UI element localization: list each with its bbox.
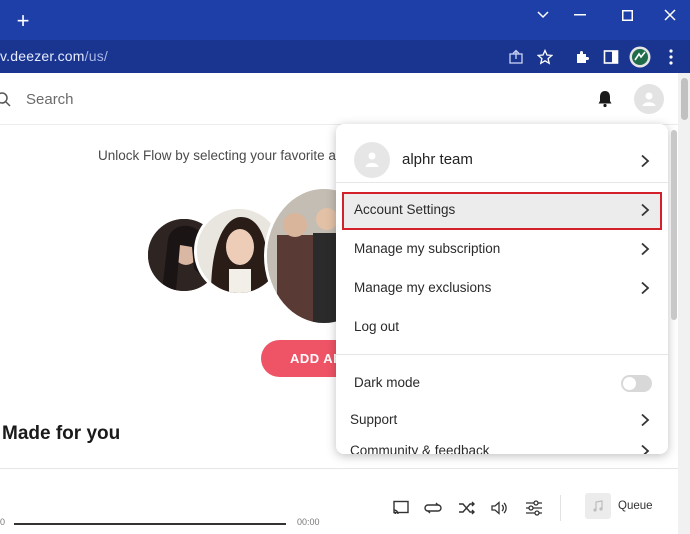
menu-avatar [354, 142, 390, 178]
page-scrollbar-thumb[interactable] [681, 78, 688, 120]
side-panel-icon[interactable] [600, 46, 622, 68]
search-icon [0, 92, 11, 107]
new-tab-button[interactable]: + [12, 10, 34, 32]
dark-mode-toggle[interactable] [621, 375, 652, 392]
menu-item-label: Support [350, 412, 398, 427]
menu-divider [336, 354, 668, 355]
menu-item-label: Account Settings [354, 202, 456, 217]
total-time: 00:00 [297, 517, 320, 527]
repeat-icon[interactable] [422, 497, 444, 519]
dark-mode-label: Dark mode [354, 375, 421, 390]
menu-item-manage-subscription[interactable]: Manage my subscription [336, 230, 668, 268]
user-avatar[interactable] [634, 84, 664, 114]
share-icon[interactable] [505, 46, 527, 68]
menu-item-label: Community & feedback [350, 443, 490, 454]
cast-icon[interactable] [390, 497, 412, 519]
search-input[interactable]: Search [26, 91, 74, 108]
url-host: v.deezer.com [0, 48, 85, 64]
equalizer-settings-icon[interactable] [523, 497, 545, 519]
browser-title-bar: + [0, 0, 690, 40]
queue-thumbnail[interactable] [585, 493, 611, 519]
chevron-right-icon [641, 242, 650, 256]
menu-item-account-settings[interactable]: Account Settings [336, 191, 668, 229]
menu-item-manage-exclusions[interactable]: Manage my exclusions [336, 269, 668, 307]
username: alphr team [402, 151, 473, 168]
profile-avatar-icon[interactable] [629, 46, 651, 68]
music-note-icon [593, 500, 603, 512]
player-bar: 0 00:00 Queue [0, 468, 690, 534]
tab-search-chevron-icon[interactable] [528, 4, 558, 26]
search-bar[interactable]: Search [0, 73, 690, 125]
made-for-you-heading: Made for you [2, 423, 121, 444]
menu-item-log-out[interactable]: Log out [336, 308, 668, 346]
menu-item-label: Manage my subscription [354, 241, 501, 256]
volume-icon[interactable] [489, 497, 511, 519]
chevron-right-icon [641, 154, 650, 168]
page-scrollbar[interactable] [678, 73, 690, 534]
user-icon [365, 152, 379, 167]
account-dropdown-menu: alphr team Account Settings Manage my su… [336, 124, 668, 454]
profile-row[interactable]: alphr team [336, 134, 668, 182]
maximize-button[interactable] [612, 4, 642, 26]
flow-unlock-text: Unlock Flow by selecting your favorite a [98, 148, 336, 163]
progress-bar[interactable] [14, 523, 286, 525]
extensions-puzzle-icon[interactable] [571, 46, 593, 68]
shuffle-icon[interactable] [456, 497, 478, 519]
dark-mode-row: Dark mode [336, 364, 668, 402]
notification-bell-icon[interactable] [597, 90, 613, 108]
chevron-right-icon [641, 444, 650, 454]
bookmark-star-icon[interactable] [534, 46, 556, 68]
player-divider [560, 495, 561, 521]
menu-item-label: Log out [354, 319, 400, 334]
menu-divider [336, 182, 668, 183]
chevron-right-icon [641, 413, 650, 427]
close-window-button[interactable] [655, 4, 685, 26]
menu-scrollbar-thumb[interactable] [671, 130, 677, 320]
url-text[interactable]: v.deezer.com/us/ [0, 48, 108, 64]
menu-item-label: Manage my exclusions [354, 280, 492, 295]
toggle-knob [623, 377, 636, 390]
chevron-right-icon [641, 281, 650, 295]
user-icon [642, 92, 656, 106]
menu-item-community-feedback[interactable]: Community & feedback [336, 432, 668, 454]
minimize-button[interactable] [565, 4, 595, 26]
elapsed-time: 0 [0, 517, 6, 527]
queue-button[interactable]: Queue [618, 500, 653, 512]
url-path: /us/ [84, 48, 108, 64]
chevron-right-icon [641, 203, 650, 217]
browser-menu-icon[interactable] [660, 46, 682, 68]
